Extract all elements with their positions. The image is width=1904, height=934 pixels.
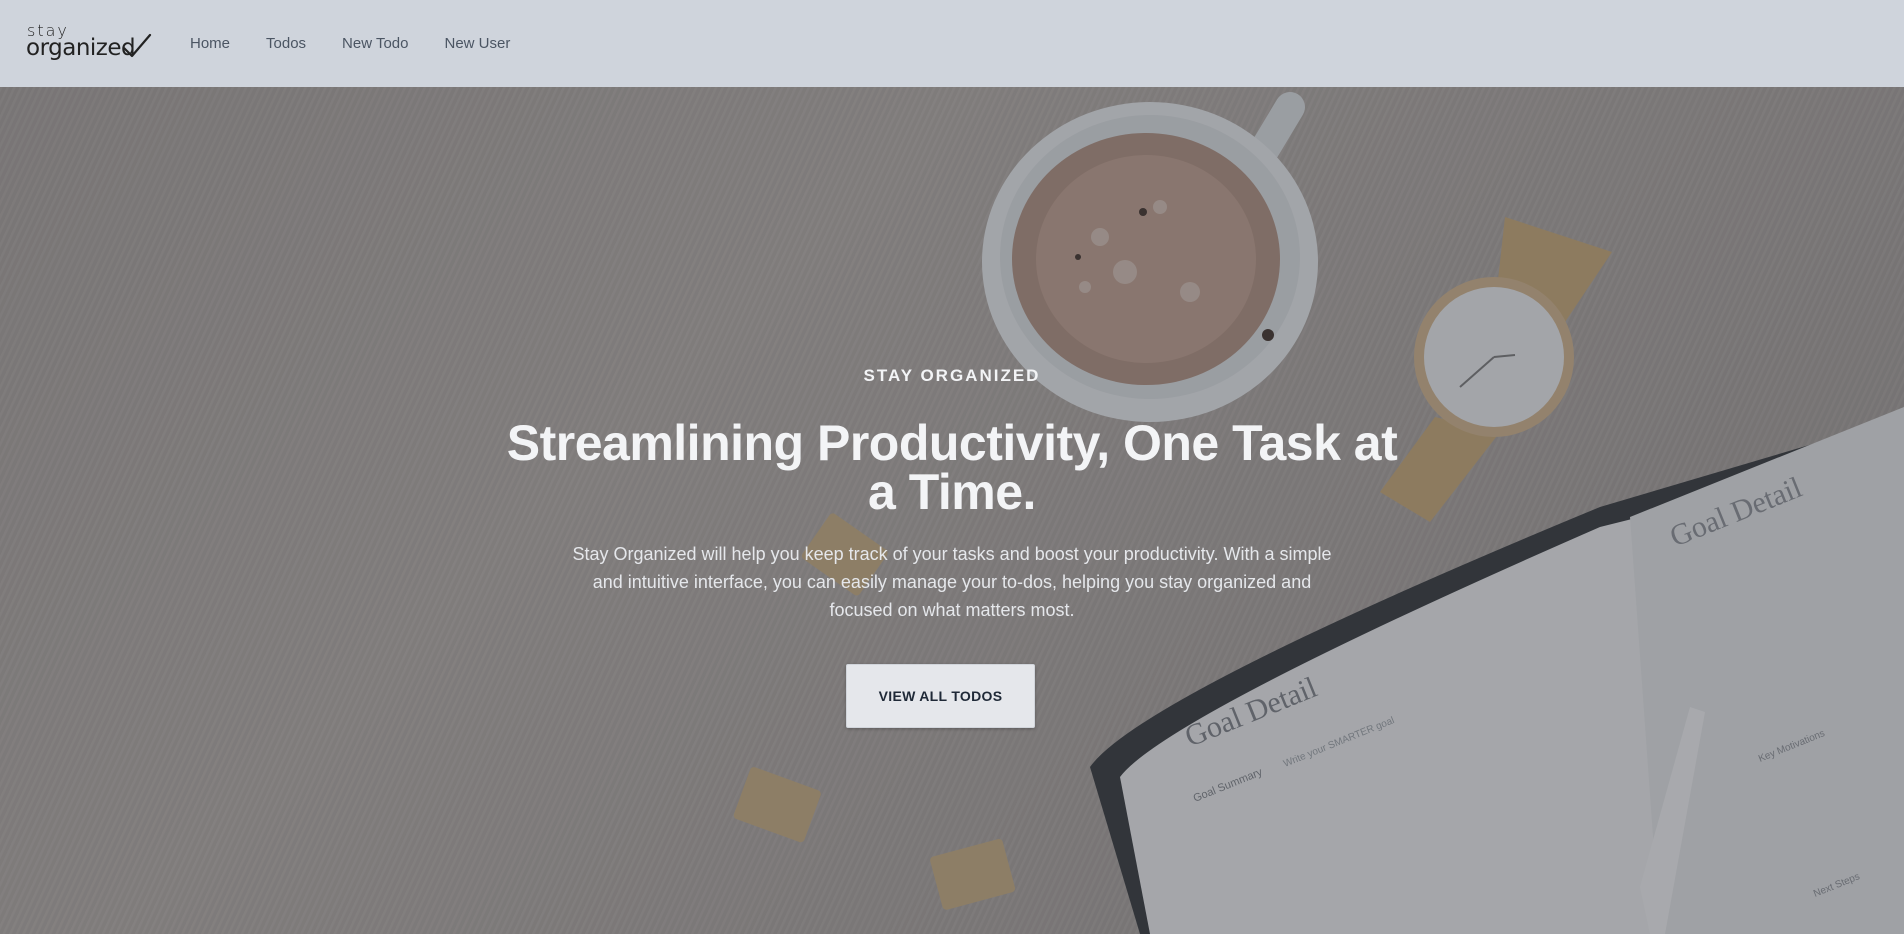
nav-link-todos[interactable]: Todos (266, 34, 306, 54)
hero-section: Goal Detail Goal Summary Write your SMAR… (0, 87, 1904, 934)
nav-link-home[interactable]: Home (190, 34, 230, 54)
main-nav: Home Todos New Todo New User (190, 34, 546, 54)
hero-headline: Streamlining Productivity, One Task at a… (506, 415, 1398, 520)
top-navbar: stay organized Home Todos New Todo New U… (0, 0, 1904, 87)
brand-logo-line2: organized (26, 34, 136, 61)
nav-link-new-user[interactable]: New User (444, 34, 510, 54)
checkmark-icon (122, 33, 152, 57)
view-all-todos-button[interactable]: VIEW ALL TODOS (846, 664, 1035, 728)
hero-content: STAY ORGANIZED Streamlining Productivity… (0, 87, 1904, 934)
nav-link-new-todo[interactable]: New Todo (342, 34, 408, 54)
hero-eyebrow: STAY ORGANIZED (863, 366, 1041, 385)
brand-logo[interactable]: stay organized (26, 21, 152, 67)
hero-description: Stay Organized will help you keep track … (572, 544, 1332, 620)
